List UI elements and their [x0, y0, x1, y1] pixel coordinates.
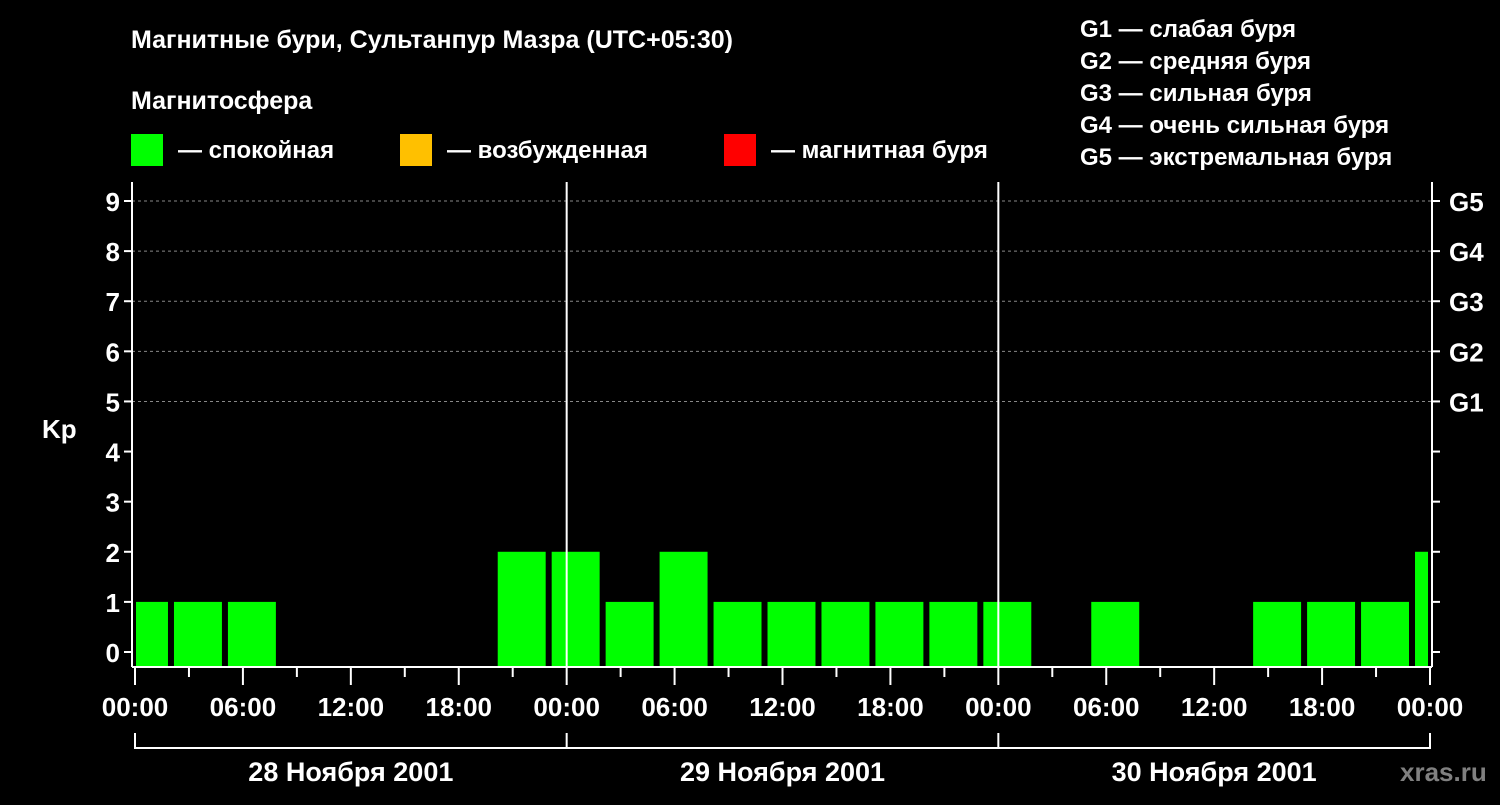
day-bracket	[134, 733, 1431, 749]
g-legend-item: G5 — экстремальная буря	[1080, 144, 1392, 171]
y-tick-label: 3	[106, 488, 120, 518]
kp-bar	[713, 601, 762, 667]
x-tick-label: 00:00	[102, 692, 169, 722]
legend-swatch	[131, 134, 163, 166]
kp-bar	[875, 601, 924, 667]
kp-chart: Магнитные бури, Сультанпур Мазра (UTC+05…	[42, 16, 1487, 787]
g-tick-label: G4	[1449, 237, 1484, 267]
kp-bar	[173, 601, 222, 667]
y-tick-label: 1	[106, 588, 120, 618]
x-tick-label: 00:00	[1397, 692, 1464, 722]
g-tick-label: G1	[1449, 387, 1484, 417]
x-tick-label: 18:00	[857, 692, 924, 722]
x-tick-label: 18:00	[1289, 692, 1356, 722]
g-legend-item: G1 — слабая буря	[1080, 16, 1296, 43]
chart-title: Магнитные бури, Сультанпур Мазра (UTC+05…	[131, 26, 733, 54]
x-tick-label: 06:00	[1073, 692, 1140, 722]
y-axis-label: Kp	[42, 414, 77, 444]
x-tick-label: 12:00	[749, 692, 816, 722]
day-label: 30 Ноября 2001	[1112, 757, 1317, 787]
chart-subtitle: Магнитосфера	[131, 87, 313, 115]
plot-area: 0 1 2 3 4 5 6 7 8 9 G1 G2 G3 G4 G5 00:00 06:00 12:00 18:00…	[102, 182, 1484, 787]
kp-bar	[497, 551, 546, 667]
legend-label: — спокойная	[178, 137, 334, 164]
y-tick-label: 4	[106, 438, 121, 468]
g-scale-legend: G1 — слабая буря G2 — средняя буря G3 — си…	[1080, 16, 1392, 171]
kp-bar	[1307, 601, 1356, 667]
kp-bar	[136, 601, 168, 667]
day-label: 29 Ноября 2001	[680, 757, 885, 787]
x-tick-label: 00:00	[533, 692, 600, 722]
y-tick-label: 9	[106, 187, 120, 217]
day-label: 28 Ноября 2001	[248, 757, 453, 787]
x-tick-label: 12:00	[1181, 692, 1248, 722]
kp-bar	[551, 551, 600, 667]
y-tick-label: 6	[106, 337, 120, 367]
kp-bar	[605, 601, 654, 667]
legend-swatch	[724, 134, 756, 166]
legend-label: — возбужденная	[447, 137, 648, 164]
x-tick-label: 12:00	[318, 692, 385, 722]
legend-swatch	[400, 134, 432, 166]
g-legend-item: G4 — очень сильная буря	[1080, 112, 1389, 139]
kp-bar	[983, 601, 1032, 667]
y-tick-label: 8	[106, 237, 120, 267]
legend-label: — магнитная буря	[771, 137, 988, 164]
legend: — спокойная — возбужденная — магнитная бур…	[131, 134, 988, 166]
x-tick-label: 00:00	[965, 692, 1032, 722]
kp-bar	[1361, 601, 1410, 667]
y-tick-label: 0	[106, 638, 120, 668]
kp-bar	[767, 601, 816, 667]
kp-bar	[227, 601, 276, 667]
watermark: xras.ru	[1400, 757, 1487, 787]
kp-bar	[1091, 601, 1140, 667]
kp-bar	[1253, 601, 1302, 667]
kp-bar	[1415, 551, 1428, 667]
g-legend-item: G2 — средняя буря	[1080, 48, 1311, 75]
y-tick-label: 2	[106, 538, 120, 568]
g-tick-label: G5	[1449, 187, 1484, 217]
y-tick-label: 7	[106, 287, 120, 317]
x-tick-label: 18:00	[426, 692, 493, 722]
x-tick-label: 06:00	[641, 692, 708, 722]
kp-bar	[659, 551, 708, 667]
g-legend-item: G3 — сильная буря	[1080, 80, 1312, 107]
kp-bar	[821, 601, 870, 667]
kp-bar	[929, 601, 978, 667]
y-tick-label: 5	[106, 387, 120, 417]
g-tick-label: G2	[1449, 337, 1484, 367]
g-tick-label: G3	[1449, 287, 1484, 317]
x-tick-label: 06:00	[210, 692, 277, 722]
